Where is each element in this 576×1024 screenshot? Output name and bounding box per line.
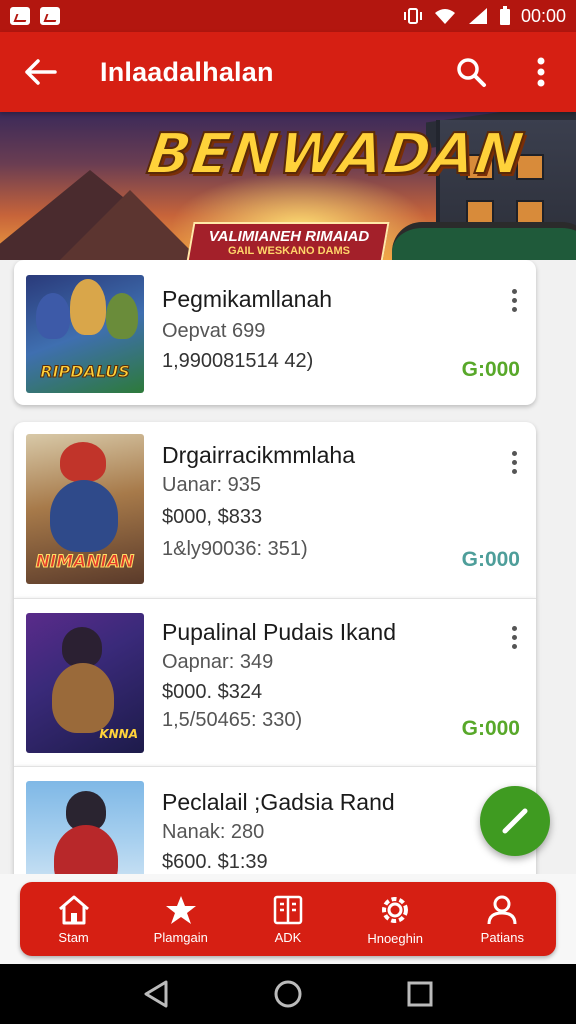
list-item[interactable]: KNNA Pupalinal Pudais Ikand Oapnar: 349 …: [14, 598, 536, 766]
photo-notification-icon: [40, 7, 60, 25]
status-bar: 00:00: [0, 0, 576, 32]
item-meta: $000. $324: [162, 681, 263, 703]
banner-subtitle: VALIMIANEH RIMAIAD: [208, 228, 370, 245]
nav-item-adk[interactable]: ADK: [238, 882, 338, 956]
item-meta: Oapnar: 349: [162, 651, 274, 673]
item-price: G:000: [461, 358, 520, 381]
arrow-left-icon: [25, 59, 57, 85]
app-bar: Inlaadalhalan: [0, 32, 576, 112]
promo-banner[interactable]: BENWADAN VALIMIANEH RIMAIAD GAIL WESKANO…: [0, 112, 576, 260]
book-icon: [273, 895, 303, 924]
item-meta: 1&ly90036: 351): [162, 538, 308, 560]
person-icon: [487, 895, 517, 924]
game-thumbnail: NIMANIAN: [26, 434, 144, 584]
nav-label: ADK: [274, 929, 302, 945]
nav-label: Hnoeghin: [367, 930, 423, 946]
item-more-button[interactable]: [500, 282, 528, 318]
item-meta: $000, $833: [162, 506, 263, 528]
nav-item-home[interactable]: Stam: [24, 882, 124, 956]
more-vert-icon: [537, 57, 545, 87]
gear-icon: [382, 896, 409, 923]
item-meta: 1,990081514 42): [162, 350, 314, 372]
edit-fab[interactable]: [480, 786, 550, 856]
item-meta: $600. $1:39: [162, 851, 268, 873]
item-more-button[interactable]: [500, 619, 528, 655]
nav-item-profile[interactable]: Patians: [452, 882, 552, 956]
list-item[interactable]: RIPDALUS Pegmikamllanah Oepvat 699 1,990…: [14, 260, 536, 405]
wifi-icon: [434, 9, 455, 24]
bottom-navigation: Stam Plamgain ADK Hnoeghin Patians: [20, 882, 556, 956]
star-icon: [165, 895, 196, 924]
nav-label: Patians: [480, 929, 525, 945]
item-price: G:000: [461, 717, 520, 740]
item-meta: Uanar: 935: [162, 474, 261, 496]
overflow-menu-button[interactable]: [506, 32, 576, 112]
back-triangle-icon[interactable]: [142, 979, 170, 1009]
search-icon: [457, 58, 486, 87]
home-icon: [58, 895, 89, 924]
nav-label: Plamgain: [153, 929, 208, 945]
item-meta: Oepvat 699: [162, 320, 266, 342]
item-title: Pupalinal Pudais Ikand: [162, 619, 396, 645]
notification-icon: [10, 7, 30, 25]
status-time: 00:00: [520, 5, 566, 26]
pencil-icon: [502, 808, 528, 834]
recents-square-icon[interactable]: [406, 980, 434, 1008]
home-circle-icon[interactable]: [273, 979, 303, 1009]
system-navigation-bar: [0, 964, 576, 1024]
item-meta: 1,5/50465: 330): [162, 709, 303, 731]
game-list: RIPDALUS Pegmikamllanah Oepvat 699 1,990…: [0, 260, 576, 874]
list-item[interactable]: Peclalail ;Gadsia Rand Nanak: 280 $600. …: [14, 766, 536, 874]
item-meta: Nanak: 280: [162, 821, 265, 843]
nav-item-plamgain[interactable]: Plamgain: [131, 882, 231, 956]
game-thumbnail: [26, 781, 144, 874]
item-title: Drgairracikmmlaha: [162, 442, 355, 468]
vibrate-icon: [403, 8, 422, 24]
game-thumbnail: KNNA: [26, 613, 144, 753]
list-item[interactable]: NIMANIAN Drgairracikmmlaha Uanar: 935 $0…: [14, 422, 536, 598]
item-more-button[interactable]: [500, 444, 528, 480]
battery-icon: [499, 6, 510, 25]
search-button[interactable]: [436, 32, 506, 112]
game-thumbnail: RIPDALUS: [26, 275, 144, 393]
nav-label: Stam: [58, 929, 89, 945]
back-button[interactable]: [0, 32, 80, 112]
nav-item-settings[interactable]: Hnoeghin: [345, 882, 445, 956]
signal-icon: [468, 8, 487, 24]
banner-title: BENWADAN: [142, 121, 529, 188]
item-title: Pegmikamllanah: [162, 286, 333, 312]
item-title: Peclalail ;Gadsia Rand: [162, 789, 395, 815]
item-price: G:000: [461, 548, 520, 571]
banner-subtitle-secondary: GAIL WESKANO DAMS: [227, 245, 351, 257]
page-title: Inlaadalhalan: [100, 56, 274, 87]
